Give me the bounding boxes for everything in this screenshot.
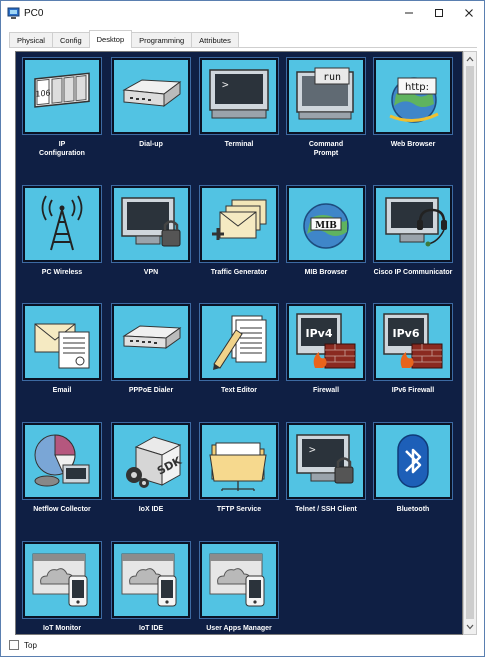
email-icon: [34, 323, 90, 369]
tab-config[interactable]: Config: [51, 32, 90, 47]
close-button[interactable]: [454, 1, 484, 25]
vertical-scrollbar[interactable]: [463, 51, 477, 635]
app-tile[interactable]: >: [200, 58, 278, 134]
pc-app-icon: [7, 7, 20, 19]
folder-icon: [209, 442, 267, 491]
close-icon: [465, 9, 473, 17]
app-label[interactable]: User Apps Manager: [186, 624, 292, 633]
minimize-button[interactable]: [394, 1, 424, 25]
maximize-icon: [435, 9, 443, 17]
app-tile[interactable]: SDK: [112, 423, 190, 499]
tab-bar: Physical Config Desktop Programming Attr…: [9, 29, 239, 48]
app-tile[interactable]: [374, 423, 452, 499]
icon-text: >: [222, 78, 229, 91]
icon-text: IPv6: [393, 327, 420, 340]
bluetooth-icon: [397, 434, 429, 488]
app-tile[interactable]: [23, 186, 101, 262]
sdk-box-icon: SDK: [126, 436, 184, 488]
app-tile[interactable]: [200, 542, 278, 618]
app-tile[interactable]: [112, 186, 190, 262]
app-tile[interactable]: [200, 423, 278, 499]
icon-text: run: [323, 72, 341, 83]
app-tile[interactable]: [112, 58, 190, 134]
tab-programming[interactable]: Programming: [131, 32, 193, 47]
app-label[interactable]: Bluetooth: [360, 505, 462, 514]
app-tile[interactable]: >: [287, 423, 365, 499]
wireless-antenna-icon: [41, 195, 83, 251]
modem-icon: [122, 79, 182, 107]
app-label[interactable]: Web Browser: [360, 140, 462, 149]
app-tile[interactable]: 106: [23, 58, 101, 134]
app-tile[interactable]: MIB: [287, 186, 365, 262]
app-label[interactable]: Cisco IP Communicator: [360, 268, 462, 277]
window-title: PC0: [24, 7, 44, 19]
app-tile[interactable]: IPv4: [287, 304, 365, 380]
firewall-icon: IPv4: [296, 313, 356, 369]
web-browser-icon: http:: [389, 77, 439, 123]
mib-globe-icon: MIB: [303, 203, 349, 249]
tab-physical[interactable]: Physical: [9, 32, 53, 47]
scroll-down-button[interactable]: [464, 621, 476, 633]
envelopes-icon: [212, 199, 267, 240]
netflow-chart-icon: [34, 434, 90, 487]
iot-cloud-phone-icon: [209, 553, 265, 607]
app-tile[interactable]: http:: [374, 58, 452, 134]
scroll-down-icon: [466, 624, 474, 630]
icon-text: http:: [405, 82, 429, 93]
app-tile[interactable]: run: [287, 58, 365, 134]
app-label[interactable]: IPv6 Firewall: [360, 386, 462, 395]
ipv6-firewall-icon: IPv6: [383, 313, 443, 369]
scroll-up-icon: [466, 56, 474, 62]
headset-monitor-icon: [385, 197, 447, 247]
app-tile[interactable]: [112, 304, 190, 380]
telnet-lock-icon: >: [296, 434, 354, 484]
tab-attributes[interactable]: Attributes: [191, 32, 239, 47]
app-tile[interactable]: [112, 542, 190, 618]
minimize-icon: [405, 12, 413, 14]
app-tile[interactable]: [23, 304, 101, 380]
tab-desktop[interactable]: Desktop: [88, 30, 133, 48]
icon-text: >: [309, 443, 316, 456]
desktop-panel: 106 IP Configuration Dial-up > Terminal …: [15, 51, 463, 635]
app-tile[interactable]: [374, 186, 452, 262]
scroll-up-button[interactable]: [464, 53, 476, 65]
pc0-window: PC0 Physical Config Desktop Programming …: [0, 0, 485, 657]
scroll-thumb[interactable]: [466, 66, 474, 619]
footer-bar: Top: [9, 638, 37, 652]
icon-text: MIB: [315, 221, 337, 231]
icon-text: 106: [35, 88, 50, 99]
ip-config-icon: 106: [34, 72, 90, 108]
terminal-icon: >: [209, 69, 269, 119]
app-tile[interactable]: [200, 304, 278, 380]
maximize-button[interactable]: [424, 1, 454, 25]
top-checkbox[interactable]: [9, 640, 19, 650]
top-checkbox-label[interactable]: Top: [24, 641, 37, 650]
app-tile[interactable]: [23, 542, 101, 618]
vpn-lock-icon: [121, 197, 181, 247]
title-bar[interactable]: PC0: [1, 1, 484, 25]
iot-cloud-phone-icon: [32, 553, 88, 607]
icon-text: IPv4: [306, 327, 333, 340]
text-editor-icon: [213, 315, 267, 370]
app-tile[interactable]: IPv6: [374, 304, 452, 380]
command-prompt-icon: run: [296, 67, 354, 120]
app-tile[interactable]: [200, 186, 278, 262]
iot-cloud-phone-icon: [121, 553, 177, 607]
tab-divider: [9, 47, 477, 48]
pppoe-modem-icon: [122, 325, 182, 349]
app-tile[interactable]: [23, 423, 101, 499]
